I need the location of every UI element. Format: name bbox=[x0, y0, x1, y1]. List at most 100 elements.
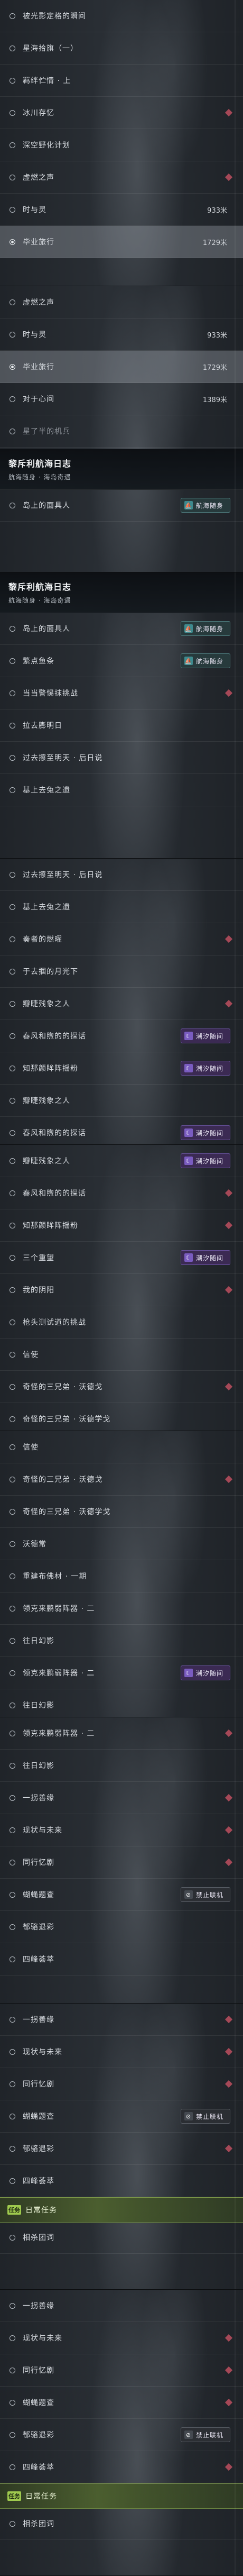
radio-circle-icon bbox=[10, 1956, 15, 1962]
quest-row[interactable]: 沃德常 bbox=[0, 1528, 243, 1560]
quest-title: 虚燃之声 bbox=[23, 174, 54, 182]
badge-label: 航海随身 bbox=[196, 625, 224, 633]
quest-row[interactable]: 于去掴的月光下 bbox=[0, 955, 243, 988]
quest-row[interactable]: 一拐善缘 bbox=[0, 2004, 243, 2036]
quest-title: 当当警惕抹挑战 bbox=[23, 689, 78, 698]
quest-row[interactable]: 奇怪的三兄弟 · 沃德学戈 bbox=[0, 1403, 243, 1431]
quest-row[interactable]: 毕业旅行 1729米 bbox=[0, 351, 243, 383]
quest-row[interactable]: 星了半的机兵 bbox=[0, 415, 243, 448]
quest-row[interactable]: 同行忆剧 bbox=[0, 2068, 243, 2100]
quest-row[interactable]: 瓣睫残象之人 bbox=[0, 988, 243, 1020]
quest-row[interactable]: 繁点鱼条 ⛵ 航海随身 bbox=[0, 645, 243, 677]
daily-quest-label: 日常任务 bbox=[25, 2492, 57, 2501]
quest-row[interactable]: 过去擦至明天 · 后日说 bbox=[0, 859, 243, 891]
quest-row[interactable]: 春风和煦的的探话 bbox=[0, 1177, 243, 1209]
quest-row[interactable]: 奏者的燃曜 bbox=[0, 923, 243, 955]
quest-row[interactable]: 信使 bbox=[0, 1339, 243, 1371]
quest-title: 四峰荟萃 bbox=[23, 2463, 54, 2472]
crescent-icon: ☾ bbox=[184, 1253, 193, 1262]
quest-row[interactable]: 一拐善缘 bbox=[0, 2290, 243, 2322]
quest-row[interactable]: 四峰荟萃 bbox=[0, 2451, 243, 2483]
quest-row[interactable]: 四峰荟萃 bbox=[0, 2165, 243, 2197]
quest-row[interactable]: 重建布佛材 · 一期 bbox=[0, 1560, 243, 1592]
quest-row[interactable]: 奇怪的三兄弟 · 沃德学戈 bbox=[0, 1496, 243, 1528]
quest-row[interactable]: 领克来鹏弱阵器 · 二 bbox=[0, 1717, 243, 1750]
distance-readout: 1729米 bbox=[202, 239, 227, 247]
radio-circle-icon bbox=[10, 1891, 15, 1898]
quest-row[interactable]: 冰川存忆 bbox=[0, 97, 243, 129]
quest-list: 相杀团词 bbox=[0, 2222, 243, 2254]
daily-quest-header: 任务 日常任务 bbox=[0, 2483, 243, 2509]
ship-icon: ⛵ bbox=[184, 657, 193, 665]
quest-row[interactable]: 拉去膨明日 bbox=[0, 709, 243, 742]
quest-title: 奇怪的三兄弟 · 沃德学戈 bbox=[23, 1508, 111, 1516]
quest-row[interactable]: 深空野化计划 bbox=[0, 129, 243, 161]
quest-row[interactable]: 现状与未来 bbox=[0, 2036, 243, 2068]
quest-row[interactable]: 虚燃之声 bbox=[0, 286, 243, 318]
quest-row[interactable]: 同行忆剧 bbox=[0, 1846, 243, 1879]
quest-row[interactable]: 信使 bbox=[0, 1431, 243, 1463]
quest-row[interactable]: 当当警惕抹挑战 bbox=[0, 677, 243, 709]
quest-row[interactable]: 奇怪的三兄弟 · 沃德戈 bbox=[0, 1463, 243, 1496]
quest-title: 现状与未来 bbox=[23, 2334, 62, 2343]
quest-row[interactable]: 郁骆退彩 ⊘ 禁止联机 bbox=[0, 2419, 243, 2451]
quest-row[interactable]: 四峰荟萃 bbox=[0, 1943, 243, 1976]
quest-title: 同行忆剧 bbox=[23, 2080, 54, 2089]
section-header-title: 黎斥利航海日志 bbox=[8, 459, 72, 469]
quest-row[interactable]: 知那颜眸阵摇粉 ☾ 潮汐随间 bbox=[0, 1052, 243, 1085]
quest-row[interactable]: 现状与未来 bbox=[0, 1814, 243, 1846]
panel-7: 领克来鹏弱阵器 · 二往日幻影一拐善缘现状与未来 同行忆剧 蝴蝇题查 ⊘ 禁止联机 郁骆退… bbox=[0, 1717, 243, 2004]
radio-circle-icon bbox=[10, 2016, 15, 2023]
radio-circle-icon bbox=[10, 904, 15, 910]
quest-row[interactable]: 领克来鹏弱阵器 · 二 ☾ 潮汐随间 bbox=[0, 1657, 243, 1689]
quest-row[interactable]: 虚燃之声 bbox=[0, 161, 243, 194]
radio-circle-icon bbox=[10, 1762, 15, 1769]
radio-circle-icon bbox=[10, 1795, 15, 1801]
quest-row[interactable]: 现状与未来 bbox=[0, 2322, 243, 2354]
quest-list: 相杀团词 bbox=[0, 2508, 243, 2540]
quest-title: 一拐善缘 bbox=[23, 1794, 54, 1803]
quest-row[interactable]: 知那颜眸阵摇粉 bbox=[0, 1209, 243, 1242]
quest-row[interactable]: 奇怪的三兄弟 · 沃德戈 bbox=[0, 1371, 243, 1403]
quest-row[interactable]: 往日幻影 bbox=[0, 1750, 243, 1782]
quest-row[interactable]: 羁绊伫情 · 上 bbox=[0, 65, 243, 97]
quest-row[interactable]: 蝴蝇题查 bbox=[0, 2387, 243, 2419]
quest-row[interactable]: 被光影定格的瞬间 bbox=[0, 0, 243, 32]
quest-row[interactable]: 瓣睫残象之人 ☾ 潮汐随间 bbox=[0, 1145, 243, 1177]
quest-tag-badge: ⛵ 航海随身 bbox=[181, 621, 230, 636]
quest-row[interactable]: 基上去兔之遗 bbox=[0, 774, 243, 806]
quest-row[interactable]: 岛上的面具人 ⛵ 航海随身 bbox=[0, 489, 243, 522]
radio-circle-icon bbox=[10, 1190, 15, 1196]
quest-row[interactable]: 时与灵 933米 bbox=[0, 318, 243, 351]
quest-row[interactable]: 相杀团词 bbox=[0, 2222, 243, 2254]
quest-row[interactable]: 岛上的面具人 ⛵ 航海随身 bbox=[0, 613, 243, 645]
quest-row[interactable]: 三个重望 ☾ 潮汐随间 bbox=[0, 1242, 243, 1274]
quest-row[interactable]: 往日幻影 bbox=[0, 1625, 243, 1657]
quest-list: 信使 奇怪的三兄弟 · 沃德戈奇怪的三兄弟 · 沃德学戈沃德常 重建布佛材 · 一期… bbox=[0, 1431, 243, 1717]
panel-9: 一拐善缘现状与未来同行忆剧 蝴蝇题查 郁骆退彩 ⊘ 禁止联机四峰荟萃任务 日常任务 相杀团词 bbox=[0, 2290, 243, 2576]
quest-row[interactable]: 郁骆退彩 bbox=[0, 1911, 243, 1943]
quest-row[interactable]: 我的阴阳 bbox=[0, 1274, 243, 1306]
quest-row[interactable]: 春风和煦的的探话 ☾ 潮汐随间 bbox=[0, 1020, 243, 1052]
quest-row[interactable]: 郁骆退彩 bbox=[0, 2133, 243, 2165]
quest-title: 往日幻影 bbox=[23, 1637, 54, 1645]
quest-row[interactable]: 时与灵 933米 bbox=[0, 194, 243, 226]
quest-row[interactable]: 蝴蝇题查 ⊘ 禁止联机 bbox=[0, 1879, 243, 1911]
quest-row[interactable]: 相杀团词 bbox=[0, 2508, 243, 2540]
quest-row[interactable]: 枪头测试道的挑战 bbox=[0, 1306, 243, 1339]
quest-row[interactable]: 对于心间 1389米 bbox=[0, 383, 243, 415]
quest-list: 过去擦至明天 · 后日说 基上去兔之遗 奏者的燃曜 于去掴的月光下 瓣睫残象之人 春风和煦… bbox=[0, 859, 243, 1144]
quest-row[interactable]: 一拐善缘 bbox=[0, 1782, 243, 1814]
quest-row[interactable]: 往日幻影 bbox=[0, 1689, 243, 1717]
quest-row[interactable]: 过去擦至明天 · 后日说 bbox=[0, 742, 243, 774]
quest-row[interactable]: 领克来鹏弱阵器 · 二 bbox=[0, 1592, 243, 1625]
quest-row[interactable]: 基上去兔之遗 bbox=[0, 891, 243, 923]
quest-row[interactable]: 蝴蝇题查 ⊘ 禁止联机 bbox=[0, 2100, 243, 2133]
quest-row[interactable]: 星海拾旗（一） bbox=[0, 32, 243, 65]
quest-row[interactable]: 瓣睫残象之人 bbox=[0, 1085, 243, 1117]
quest-row[interactable]: 春风和煦的的探话 ☾ 潮汐随间 bbox=[0, 1117, 243, 1144]
radio-circle-icon bbox=[10, 1287, 15, 1293]
quest-row[interactable]: 同行忆剧 bbox=[0, 2354, 243, 2387]
radio-circle-icon bbox=[10, 2145, 15, 2152]
quest-row[interactable]: 毕业旅行 1729米 bbox=[0, 226, 243, 258]
